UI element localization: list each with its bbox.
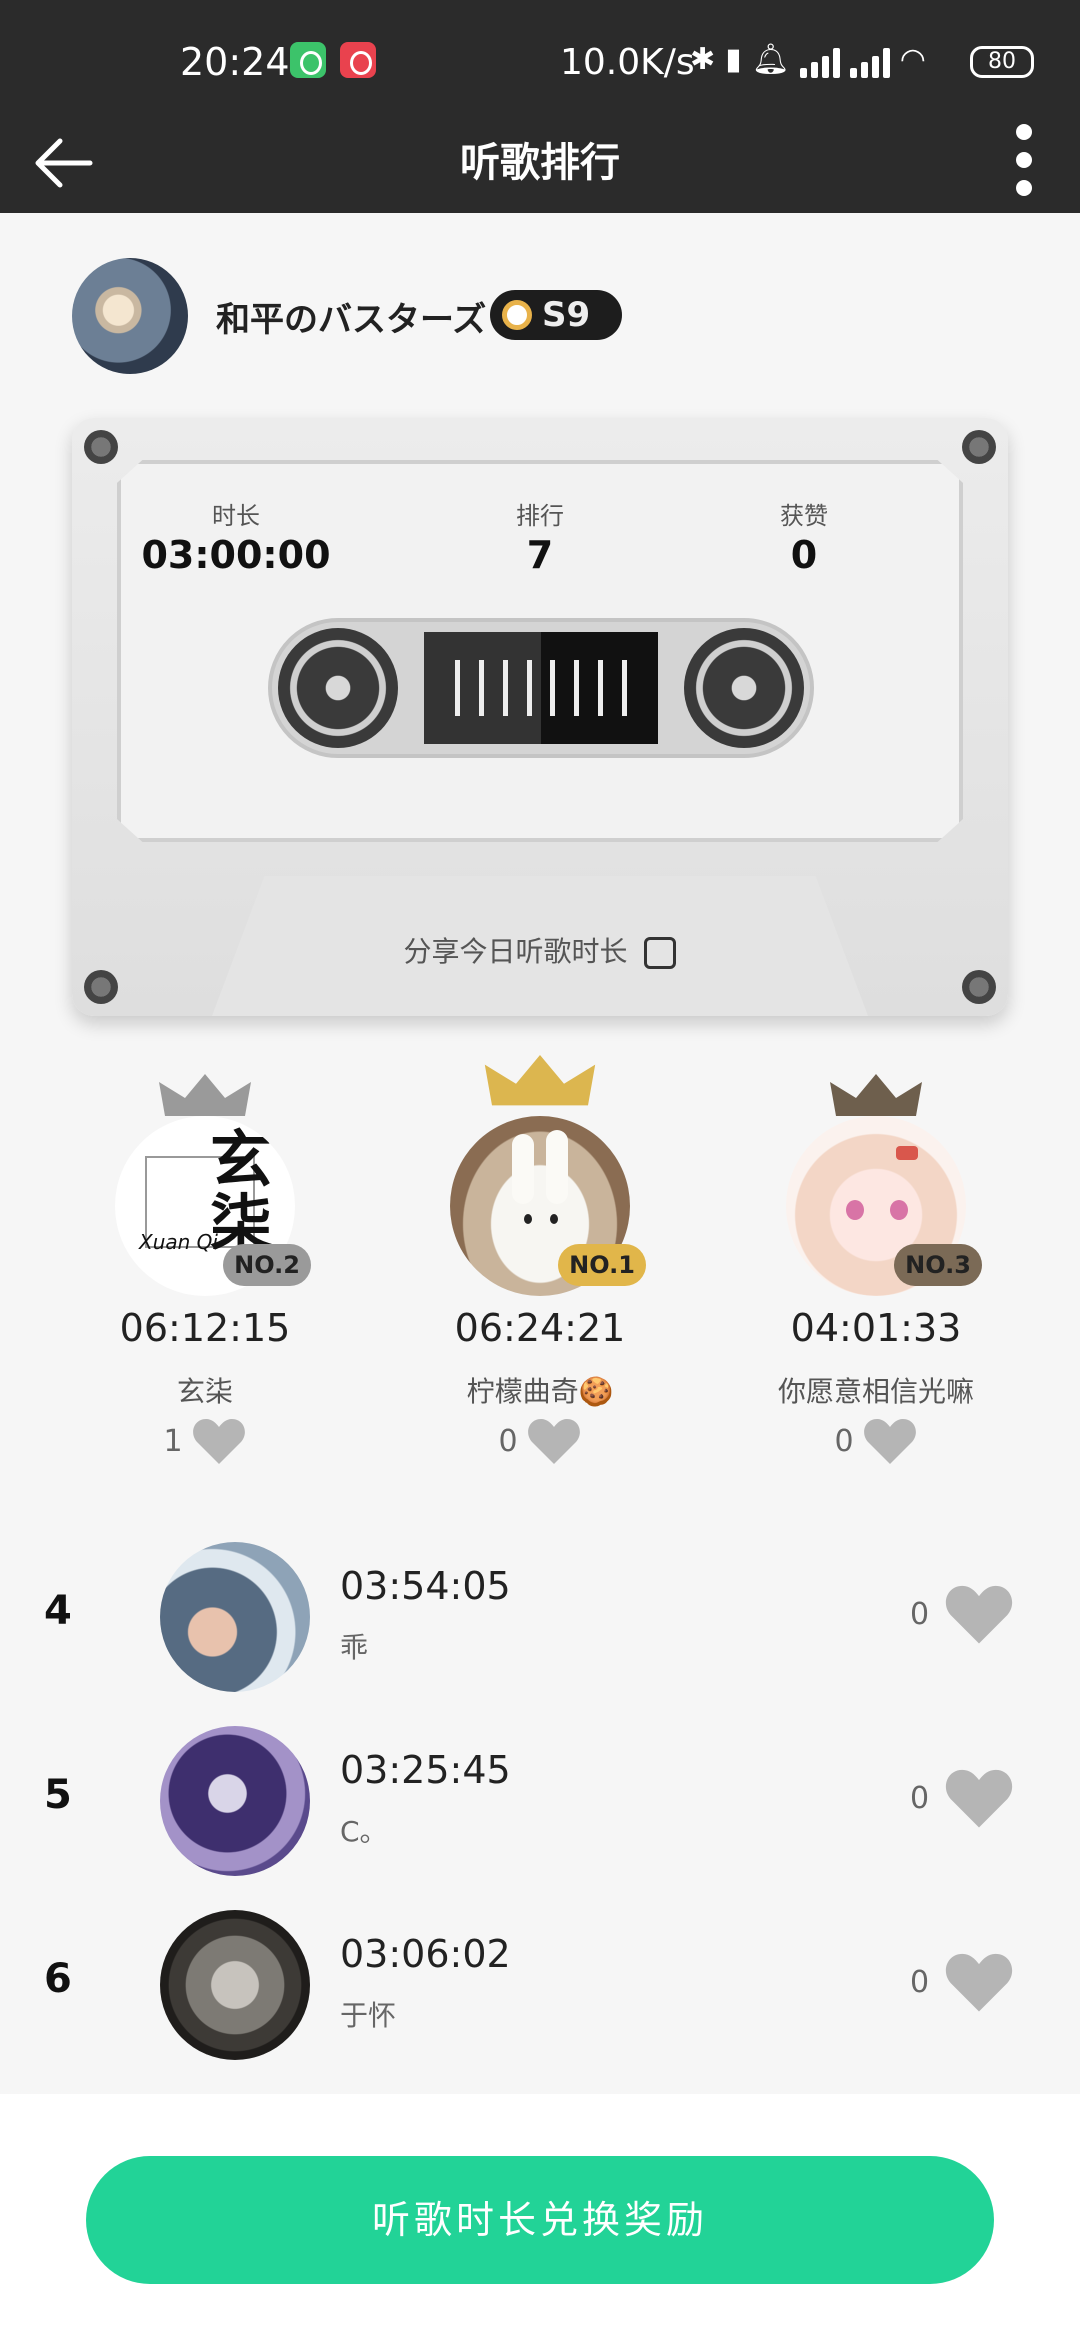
row-rank: 4 [44,1588,72,1634]
row-likes[interactable]: 0 [910,1950,1015,2014]
list-item[interactable]: 5 03:25:45 C。 0 [0,1718,1080,1878]
level-text: S9 [542,295,591,335]
cassette-card: 时长 03:00:00 排行 7 获赞 0 分享今日听歌时长 [72,418,1008,1016]
like-count: 0 [910,1596,930,1632]
wifi-icon: ◠ [899,42,926,77]
like-count: 0 [498,1423,518,1459]
row-time: 03:54:05 [340,1564,511,1608]
row-time: 03:25:45 [340,1748,511,1792]
signal-icon-2 [849,46,890,78]
more-button[interactable] [1000,110,1050,210]
share-external-icon [644,937,677,969]
crown-icon [830,1074,922,1116]
podium-name: 你愿意相信光嘛 [777,1375,974,1408]
music-app-icon [340,42,376,78]
stat-value: 0 [790,533,818,577]
row-name: 于怀 [340,1999,397,2032]
row-likes[interactable]: 0 [910,1582,1015,1646]
battery-indicator: 80 [970,46,1034,78]
tape-reel-icon [684,628,804,748]
row-avatar [160,1910,310,2060]
like-count: 0 [910,1780,930,1816]
redeem-reward-button[interactable]: 听歌时长兑换奖励 [86,2156,994,2284]
heart-icon[interactable] [526,1416,582,1466]
row-likes[interactable]: 0 [910,1766,1015,1830]
bottom-bar: 听歌时长兑换奖励 [0,2094,1080,2340]
stat-label: 排行 [516,502,564,530]
tape-center [424,632,658,744]
heart-icon[interactable] [862,1416,918,1466]
podium-name: 玄柒 [176,1375,233,1408]
title-bar: 听歌排行 [0,120,1080,213]
rank-badge: NO.3 [894,1244,982,1286]
avatar-caption: Xuan Qi [139,1230,218,1254]
rank-badge: NO.2 [223,1244,311,1286]
bell-icon: 🔔︎ [751,42,790,77]
crown-icon [484,1055,596,1106]
signal-icon [799,46,840,78]
stat-rank: 排行 7 [430,496,650,577]
crown-icon [159,1074,251,1116]
stat-value: 7 [526,533,554,577]
status-bar: 20:24 10.0K/s ✱ ▮ 🔔︎ ◠ 80 [0,0,1080,120]
stat-likes: 获赞 0 [694,496,914,577]
tape-window [268,618,814,758]
tape-reel-icon [278,628,398,748]
profile-avatar[interactable] [72,258,188,374]
avatar-calligraphy: 玄柒 [209,1123,272,1260]
row-rank: 5 [44,1772,72,1818]
podium-time: 04:01:33 [790,1306,962,1350]
share-button[interactable]: 分享今日听歌时长 [72,930,1008,970]
row-avatar [160,1542,310,1692]
podium-likes[interactable]: 0 [726,1416,1026,1466]
list-item[interactable]: 4 03:54:05 乖 0 [0,1534,1080,1694]
stat-duration: 时长 03:00:00 [126,496,346,577]
share-label: 分享今日听歌时长 [403,935,628,968]
podium-name: 柠檬曲奇🍪 [466,1375,614,1408]
podium-time: 06:12:15 [119,1306,291,1350]
row-name: 乖 [340,1631,369,1664]
row-rank: 6 [44,1956,72,2002]
medal-icon [502,300,532,330]
podium-time: 06:24:21 [454,1306,626,1350]
top-bar: 20:24 10.0K/s ✱ ▮ 🔔︎ ◠ 80 听歌排行 [0,0,1080,213]
status-icons: ✱ ▮ 🔔︎ ◠ [690,42,926,78]
like-count: 0 [910,1964,930,2000]
screw-icon [84,970,118,1004]
row-name: C。 [340,1815,388,1848]
profile-name: 和平のバスターズ [216,300,487,340]
rank-badge: NO.1 [558,1244,646,1286]
stat-label: 时长 [212,502,260,530]
stat-label: 获赞 [780,502,828,530]
podium-likes[interactable]: 1 [55,1416,355,1466]
screw-icon [962,970,996,1004]
network-speed: 10.0K/s [560,42,695,83]
status-time: 20:24 [180,40,290,84]
heart-icon[interactable] [191,1416,247,1466]
shield-app-icon [290,42,326,78]
heart-icon[interactable] [943,1950,1015,2014]
page-title: 听歌排行 [460,140,620,186]
list-item[interactable]: 6 03:06:02 于怀 0 [0,1902,1080,2062]
bluetooth-icon: ✱ [690,42,716,77]
row-avatar [160,1726,310,1876]
screw-icon [962,430,996,464]
vibrate-icon: ▮ [725,42,742,77]
like-count: 1 [163,1423,183,1459]
heart-icon[interactable] [943,1766,1015,1830]
more-vertical-icon [1016,124,1032,140]
like-count: 0 [834,1423,854,1459]
podium-likes[interactable]: 0 [390,1416,690,1466]
screw-icon [84,430,118,464]
heart-icon[interactable] [943,1582,1015,1646]
row-time: 03:06:02 [340,1932,511,1976]
level-badge: S9 [490,290,622,340]
stat-value: 03:00:00 [141,533,331,577]
